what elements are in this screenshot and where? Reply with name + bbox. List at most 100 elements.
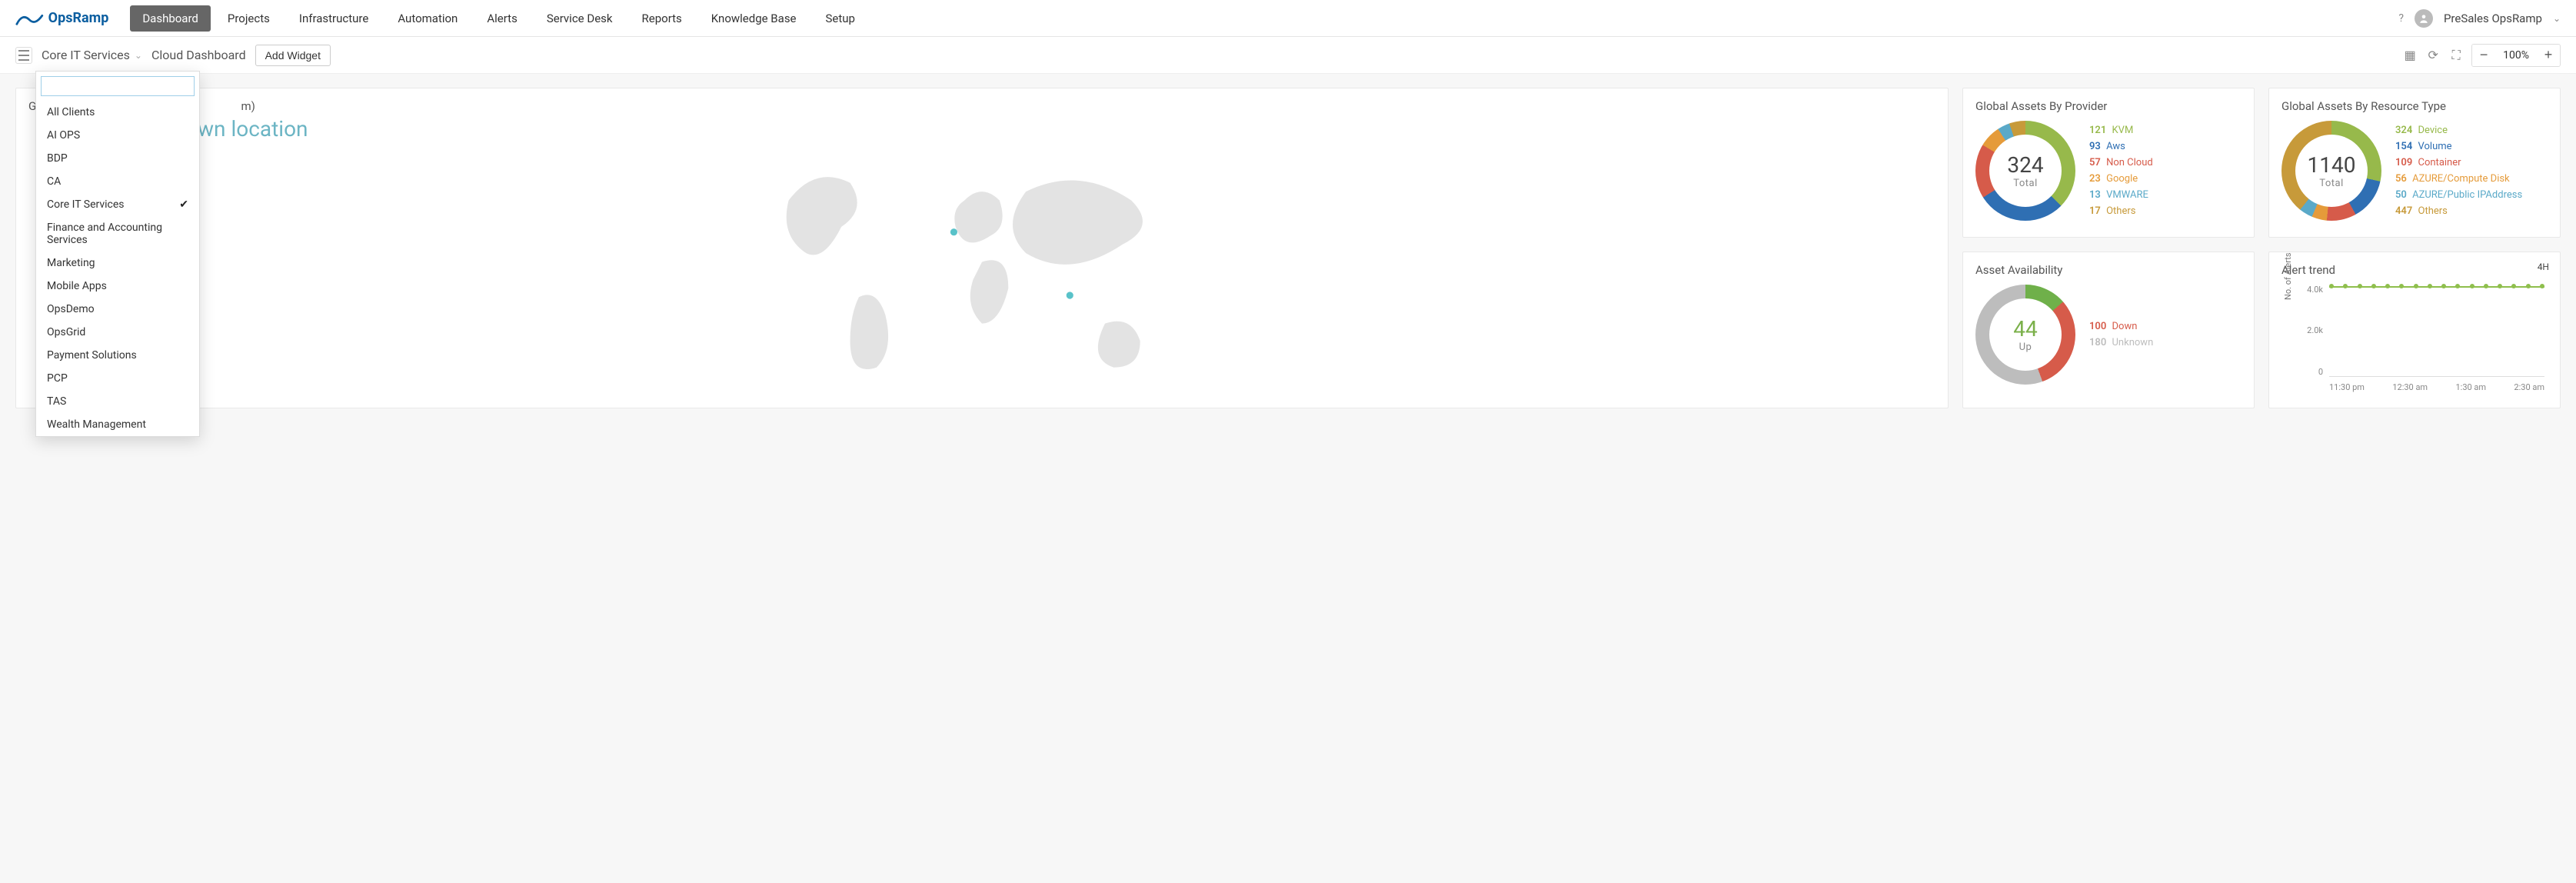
help-icon[interactable]: ? xyxy=(2398,12,2404,25)
y-axis-label: No. of Alerts xyxy=(2283,252,2293,300)
hamburger-icon[interactable] xyxy=(15,47,32,64)
time-range-badge[interactable]: 4H xyxy=(2538,262,2549,272)
nav-dashboard[interactable]: Dashboard xyxy=(130,5,211,32)
scope-option[interactable]: BDP xyxy=(36,147,199,170)
nav-alerts[interactable]: Alerts xyxy=(474,5,530,32)
data-point xyxy=(2358,284,2362,288)
user-icon xyxy=(2418,13,2429,24)
zoom-control: − 100% + xyxy=(2471,44,2561,67)
nav-setup[interactable]: Setup xyxy=(814,5,867,32)
nav-knowledge-base[interactable]: Knowledge Base xyxy=(699,5,809,32)
scope-option[interactable]: Wealth Management xyxy=(36,413,199,436)
nav-projects[interactable]: Projects xyxy=(215,5,282,32)
map-marker[interactable] xyxy=(1067,292,1073,298)
widget-title: Global Assets By Provider xyxy=(1975,99,2242,113)
brand-logo: OpsRamp xyxy=(15,10,108,27)
dashboard-board: Glob xxxxxxxxxxxxxxxxxxxxxxxxxxxxxxxx m)… xyxy=(0,74,2576,422)
scope-search-input[interactable] xyxy=(41,76,195,96)
scope-option[interactable]: Payment Solutions xyxy=(36,344,199,367)
donut-chart[interactable]: 44 Up xyxy=(1975,285,2075,385)
nav-service-desk[interactable]: Service Desk xyxy=(534,5,625,32)
fullscreen-icon[interactable]: ⛶ xyxy=(2448,48,2464,63)
legend-item[interactable]: 154 Volume xyxy=(2395,141,2522,152)
check-icon: ✔ xyxy=(179,198,188,211)
nav-infrastructure[interactable]: Infrastructure xyxy=(287,5,381,32)
data-point xyxy=(2371,284,2376,288)
legend-item[interactable]: 109 Container xyxy=(2395,157,2522,168)
legend-item[interactable]: 57 Non Cloud xyxy=(2089,157,2153,168)
data-point xyxy=(2428,284,2432,288)
legend-item[interactable]: 324 Device xyxy=(2395,125,2522,136)
donut-total: 1140 xyxy=(2308,152,2356,178)
legend: 100 Down 180 Unknown xyxy=(2089,321,2153,348)
legend-item[interactable]: 180 Unknown xyxy=(2089,337,2153,348)
legend-item[interactable]: 121 KVM xyxy=(2089,125,2153,136)
legend-item[interactable]: 23 Google xyxy=(2089,173,2153,185)
scope-option[interactable]: TAS xyxy=(36,390,199,413)
scope-option[interactable]: Core IT Services✔ xyxy=(36,193,199,216)
widget-title: Global Assets By Resource Type xyxy=(2281,99,2548,113)
donut-chart[interactable]: 324 Total xyxy=(1975,121,2075,221)
opsramp-logo-icon xyxy=(15,10,44,27)
zoom-in-button[interactable]: + xyxy=(2537,45,2560,66)
scope-option[interactable]: AI OPS xyxy=(36,124,199,147)
availability-widget: Asset Availability 44 Up 100 Down 180 Unk… xyxy=(1962,252,2255,409)
map-headline-fragment: wn location xyxy=(198,116,1935,142)
scope-selector[interactable]: Core IT Services ⌄ xyxy=(42,48,142,62)
sub-bar: Core IT Services ⌄ Cloud Dashboard Add W… xyxy=(0,37,2576,74)
data-point xyxy=(2455,284,2460,288)
zoom-out-button[interactable]: − xyxy=(2472,45,2495,66)
scope-option[interactable]: OpsGrid xyxy=(36,321,199,344)
map-marker[interactable] xyxy=(950,228,957,235)
legend-item[interactable]: 93 Aws xyxy=(2089,141,2153,152)
chevron-down-icon: ⌄ xyxy=(135,50,142,61)
scope-option[interactable]: Mobile Apps xyxy=(36,275,199,298)
avatar[interactable] xyxy=(2415,9,2433,28)
legend-item[interactable]: 56 AZURE/Compute Disk xyxy=(2395,173,2522,185)
scope-option[interactable]: OpsDemo xyxy=(36,298,199,321)
trend-chart[interactable]: No. of Alerts 4.0k2.0k0 11:30 pm12:30 am… xyxy=(2281,285,2548,392)
resourcetype-widget: Global Assets By Resource Type 1140 Tota… xyxy=(2268,88,2561,238)
legend-item[interactable]: 100 Down xyxy=(2089,321,2153,332)
donut-total-label: Total xyxy=(2013,178,2038,189)
nav-automation[interactable]: Automation xyxy=(385,5,470,32)
y-tick: 2.0k xyxy=(2303,325,2323,335)
user-cluster: ? PreSales OpsRamp ⌄ xyxy=(2398,9,2561,28)
donut-total: 324 xyxy=(2007,152,2043,178)
legend-item[interactable]: 13 VMWARE xyxy=(2089,189,2153,201)
widget-title: Asset Availability xyxy=(1975,263,2242,277)
scope-option[interactable]: PCP xyxy=(36,367,199,390)
donut-total: 44 xyxy=(2013,316,2037,342)
refresh-icon[interactable]: ⟳ xyxy=(2425,48,2441,62)
data-point xyxy=(2498,284,2502,288)
dashboard-name[interactable]: Cloud Dashboard xyxy=(151,48,246,62)
x-tick: 2:30 am xyxy=(2514,382,2544,392)
scope-label: Core IT Services xyxy=(42,48,130,62)
scope-option[interactable]: Marketing xyxy=(36,252,199,275)
chevron-down-icon[interactable]: ⌄ xyxy=(2553,13,2561,24)
donut-total-label: Up xyxy=(2019,342,2032,353)
x-tick: 12:30 am xyxy=(2392,382,2428,392)
data-point xyxy=(2540,284,2544,288)
add-widget-button[interactable]: Add Widget xyxy=(255,45,331,66)
data-point xyxy=(2526,284,2531,288)
data-point xyxy=(2399,284,2404,288)
y-tick: 4.0k xyxy=(2303,285,2323,295)
donut-chart[interactable]: 1140 Total xyxy=(2281,121,2381,221)
top-nav: OpsRamp DashboardProjectsInfrastructureA… xyxy=(0,0,2576,37)
legend: 324 Device 154 Volume 109 Container 56 AZUR… xyxy=(2395,125,2522,217)
alert-trend-widget: Alert trend 4H No. of Alerts 4.0k2.0k0 1… xyxy=(2268,252,2561,409)
data-point xyxy=(2470,284,2474,288)
world-map[interactable] xyxy=(28,148,1935,394)
legend-item[interactable]: 17 Others xyxy=(2089,205,2153,217)
scope-option[interactable]: CA xyxy=(36,170,199,193)
legend-item[interactable]: 447 Others xyxy=(2395,205,2522,217)
scope-option[interactable]: All Clients xyxy=(36,101,199,124)
user-name[interactable]: PreSales OpsRamp xyxy=(2444,12,2542,25)
data-point xyxy=(2511,284,2516,288)
scope-option[interactable]: Finance and Accounting Services xyxy=(36,216,199,252)
nav-reports[interactable]: Reports xyxy=(630,5,694,32)
legend-item[interactable]: 50 AZURE/Public IPAddress xyxy=(2395,189,2522,201)
legend: 121 KVM 93 Aws 57 Non Cloud 23 Google 13 VMW… xyxy=(2089,125,2153,217)
calendar-icon[interactable]: ▦ xyxy=(2402,48,2418,62)
